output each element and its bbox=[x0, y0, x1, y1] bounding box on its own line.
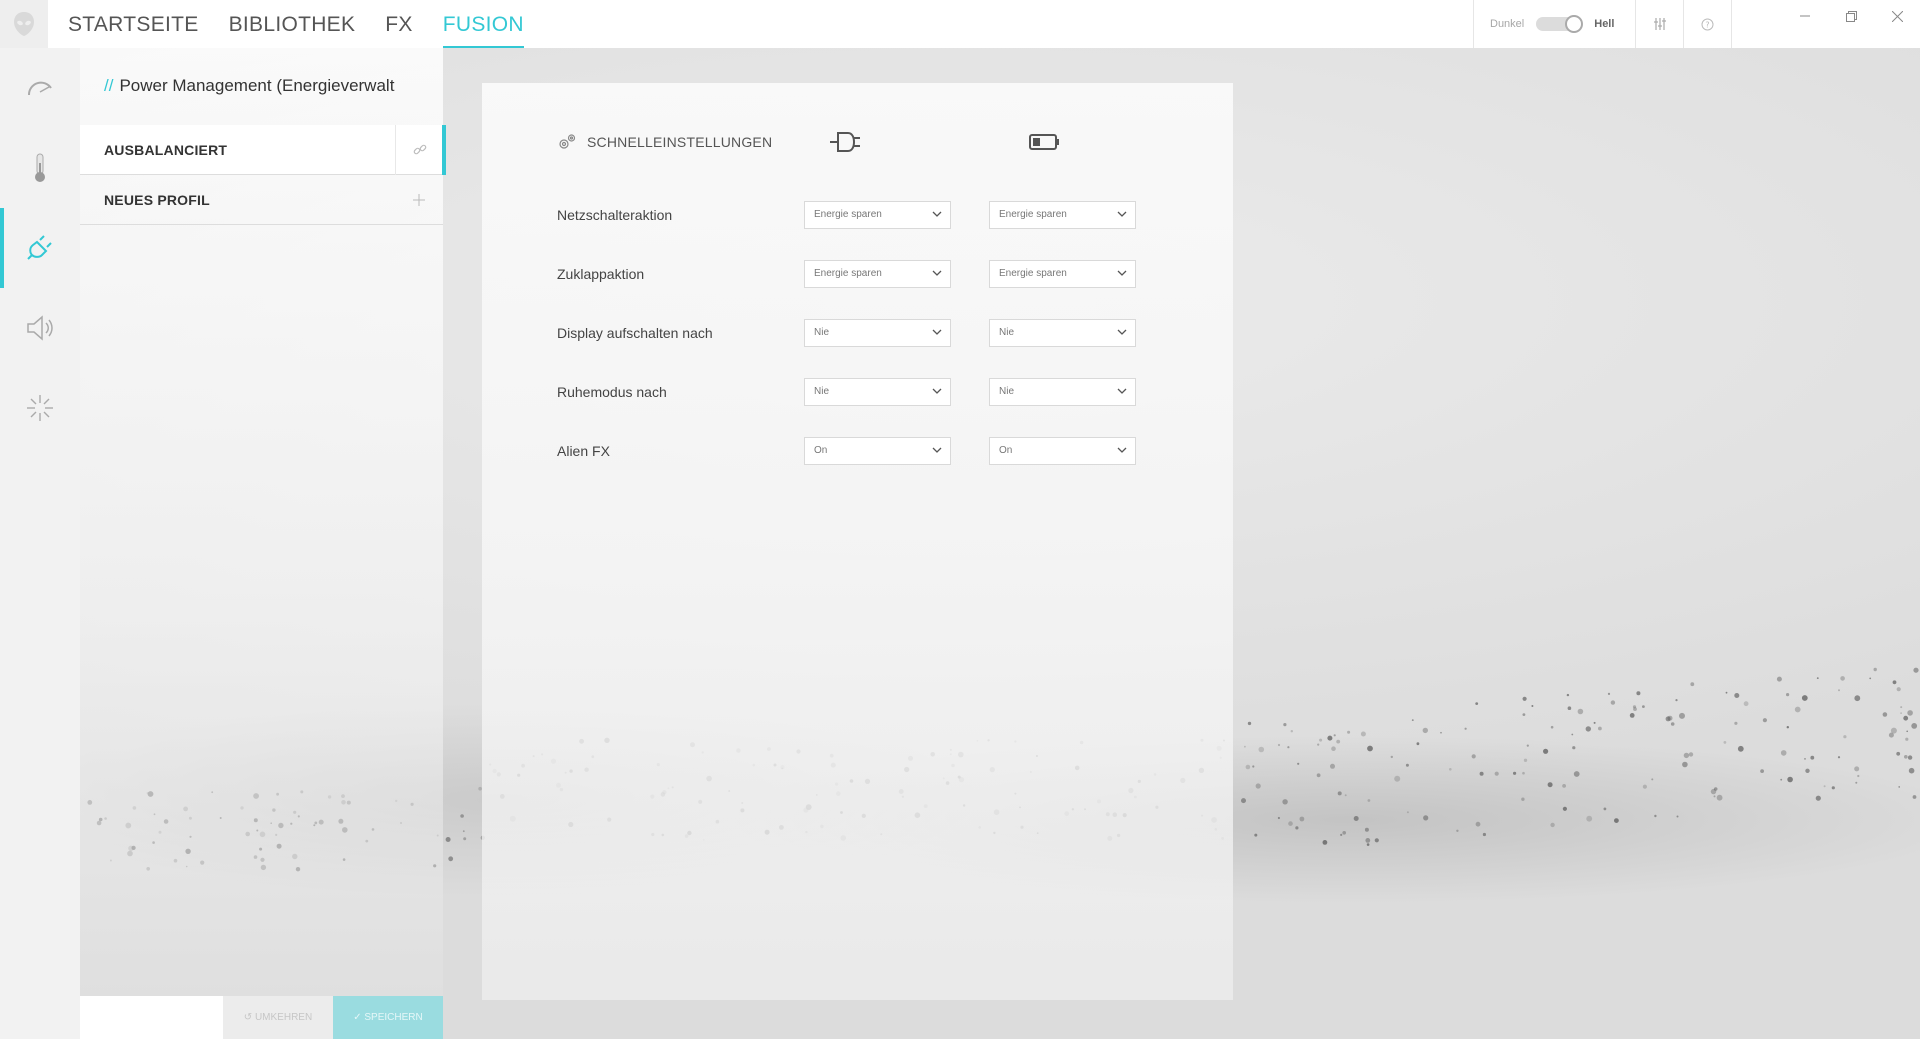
toggle-knob bbox=[1565, 15, 1584, 33]
thermometer-icon bbox=[35, 153, 45, 182]
minimize-button[interactable] bbox=[1790, 6, 1820, 26]
row-label-zuklappaktion: Zuklappaktion bbox=[557, 266, 645, 282]
plus-icon bbox=[413, 193, 425, 206]
gauge-icon bbox=[27, 81, 52, 96]
footer-blank bbox=[80, 996, 223, 1039]
help-icon: ? bbox=[1701, 18, 1714, 30]
theme-dark-label: Dunkel bbox=[1490, 18, 1525, 30]
row-label-alien-fx: Alien FX bbox=[557, 443, 610, 459]
quick-settings-header: SCHNELLEINSTELLUNGEN bbox=[557, 133, 772, 151]
chevron-down-icon bbox=[932, 388, 942, 394]
row-label-display-off: Display aufschalten nach bbox=[557, 325, 713, 341]
select-value: Energie sparen bbox=[814, 268, 882, 279]
alien-fx-battery-select[interactable]: On bbox=[989, 437, 1136, 465]
chevron-down-icon bbox=[1117, 211, 1127, 217]
ac-column-header bbox=[825, 127, 865, 157]
power-settings-panel: SCHNELLEINSTELLUNGEN Netzschalteraktion … bbox=[482, 83, 1233, 1000]
profile-sidebar: // Power Management (Energieverwalt AUSBA… bbox=[80, 48, 446, 1039]
save-button[interactable]: ✓ SPEICHERN bbox=[333, 996, 443, 1039]
top-bar: STARTSEITE BIBLIOTHEK FX FUSION Dunkel H… bbox=[0, 0, 1920, 48]
chevron-down-icon bbox=[932, 329, 942, 335]
row-label-netzschalteraktion: Netzschalteraktion bbox=[557, 207, 673, 223]
nav-fusion[interactable]: FUSION bbox=[442, 0, 525, 48]
link-profile-button[interactable] bbox=[395, 124, 443, 175]
gears-icon bbox=[559, 134, 576, 149]
ruhemodus-battery-select[interactable]: Nie bbox=[989, 378, 1136, 406]
profile-item-neues-profil[interactable]: NEUES PROFIL bbox=[80, 175, 443, 225]
add-profile-button[interactable] bbox=[395, 175, 443, 225]
select-value: Energie sparen bbox=[999, 209, 1067, 220]
alien-logo-icon[interactable] bbox=[0, 0, 48, 48]
select-value: Nie bbox=[999, 327, 1015, 338]
power-plug-icon bbox=[27, 235, 52, 260]
theme-toggle[interactable] bbox=[1536, 15, 1584, 33]
nav-bibliothek[interactable]: BIBLIOTHEK bbox=[229, 0, 356, 48]
netzschalteraktion-ac-select[interactable]: Energie sparen bbox=[804, 201, 951, 229]
chevron-down-icon bbox=[932, 270, 942, 276]
select-value: Energie sparen bbox=[814, 209, 882, 220]
sidebar-footer: ↺ UMKEHREN ✓ SPEICHERN bbox=[80, 996, 443, 1039]
select-value: Energie sparen bbox=[999, 268, 1067, 279]
sidebar-title: // Power Management (Energieverwalt bbox=[104, 76, 434, 96]
chevron-down-icon bbox=[1117, 447, 1127, 453]
restore-button[interactable] bbox=[1836, 6, 1866, 26]
sliders-icon bbox=[1653, 18, 1666, 30]
help-button[interactable]: ? bbox=[1684, 0, 1732, 48]
svg-text:?: ? bbox=[1705, 20, 1709, 29]
theme-switch-area: Dunkel Hell bbox=[1473, 0, 1636, 48]
profile-label: NEUES PROFIL bbox=[104, 191, 210, 208]
title-slashes: // bbox=[104, 76, 114, 95]
display-off-battery-select[interactable]: Nie bbox=[989, 319, 1136, 347]
select-value: Nie bbox=[814, 327, 830, 338]
battery-column-header bbox=[1025, 127, 1065, 157]
rail-power[interactable] bbox=[0, 208, 80, 288]
theme-light-label: Hell bbox=[1594, 18, 1615, 30]
restore-icon bbox=[1845, 10, 1857, 22]
battery-icon bbox=[1029, 134, 1059, 150]
nav-fx[interactable]: FX bbox=[385, 0, 412, 48]
nav-startseite[interactable]: STARTSEITE bbox=[68, 0, 199, 48]
close-button[interactable] bbox=[1882, 6, 1912, 26]
rail-audio[interactable] bbox=[0, 288, 80, 368]
speaker-icon bbox=[27, 315, 53, 341]
link-icon bbox=[413, 144, 426, 154]
chevron-down-icon bbox=[932, 211, 942, 217]
power-plug-icon bbox=[830, 132, 860, 152]
select-value: Nie bbox=[814, 386, 830, 397]
rail-performance[interactable] bbox=[0, 48, 80, 128]
row-label-ruhemodus: Ruhemodus nach bbox=[557, 384, 667, 400]
settings-sliders-button[interactable] bbox=[1636, 0, 1684, 48]
display-off-ac-select[interactable]: Nie bbox=[804, 319, 951, 347]
rail-thermal[interactable] bbox=[0, 128, 80, 208]
ruhemodus-ac-select[interactable]: Nie bbox=[804, 378, 951, 406]
chevron-down-icon bbox=[1117, 388, 1127, 394]
alien-fx-ac-select[interactable]: On bbox=[804, 437, 951, 465]
close-icon bbox=[1891, 10, 1903, 22]
zuklappaktion-battery-select[interactable]: Energie sparen bbox=[989, 260, 1136, 288]
main-nav: STARTSEITE BIBLIOTHEK FX FUSION bbox=[68, 0, 554, 48]
revert-button[interactable]: ↺ UMKEHREN bbox=[223, 996, 333, 1039]
zuklappaktion-ac-select[interactable]: Energie sparen bbox=[804, 260, 951, 288]
profile-item-ausbalanciert[interactable]: AUSBALANCIERT bbox=[80, 124, 446, 175]
profile-label: AUSBALANCIERT bbox=[104, 141, 228, 158]
chevron-down-icon bbox=[932, 447, 942, 453]
select-value: Nie bbox=[999, 386, 1015, 397]
minimize-icon bbox=[1800, 15, 1810, 17]
select-value: On bbox=[814, 445, 828, 456]
netzschalteraktion-battery-select[interactable]: Energie sparen bbox=[989, 201, 1136, 229]
rail-display[interactable] bbox=[0, 368, 80, 448]
quick-settings-label: SCHNELLEINSTELLUNGEN bbox=[587, 134, 773, 150]
brightness-icon bbox=[27, 395, 53, 421]
chevron-down-icon bbox=[1117, 329, 1127, 335]
feature-rail bbox=[0, 48, 80, 1039]
chevron-down-icon bbox=[1117, 270, 1127, 276]
sidebar-title-text: Power Management (Energieverwalt bbox=[119, 76, 395, 95]
select-value: On bbox=[999, 445, 1013, 456]
